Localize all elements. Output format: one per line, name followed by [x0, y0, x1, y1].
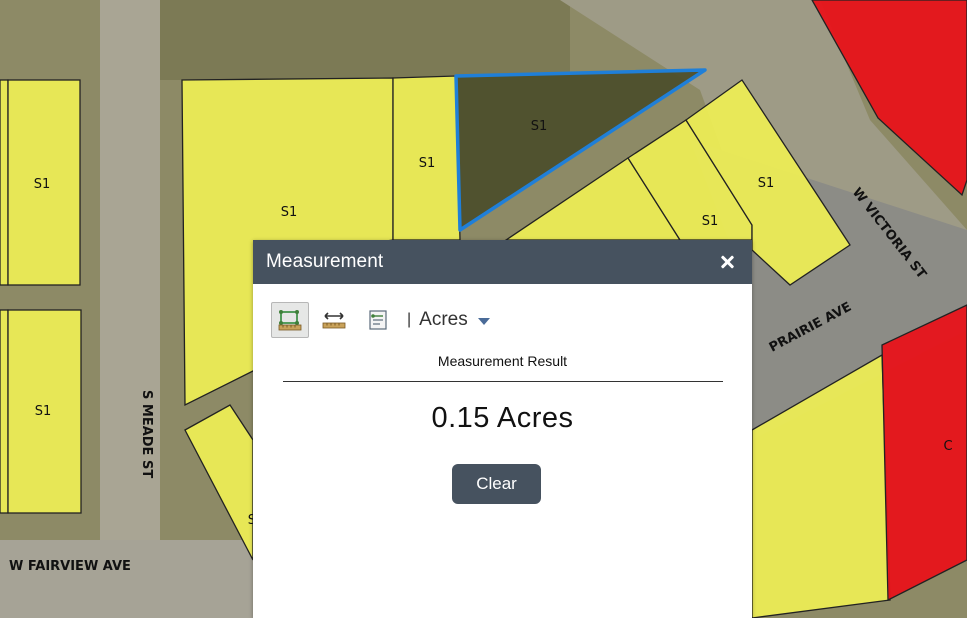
area-tool-button[interactable]: [271, 302, 309, 338]
unit-dropdown-value: Acres: [419, 309, 468, 330]
street-label-fairview: W FAIRVIEW AVE: [9, 559, 131, 574]
area-icon: [278, 310, 302, 331]
distance-tool-button[interactable]: [315, 302, 353, 338]
result-value: 0.15 Acres: [431, 402, 574, 434]
measure-toolbar: | Acres: [271, 302, 490, 338]
measurement-widget: Measurement | Acres Measurement Result 0…: [253, 240, 752, 618]
parcel-label: C: [943, 439, 952, 454]
location-icon: [369, 310, 387, 330]
parcel[interactable]: [0, 79, 9, 286]
distance-icon: [322, 312, 346, 329]
clear-button[interactable]: Clear: [452, 464, 541, 504]
parcel[interactable]: [881, 304, 967, 602]
aerial-road-fairview: [0, 540, 260, 618]
location-tool-button[interactable]: [359, 302, 397, 338]
parcel-label: S1: [419, 156, 436, 171]
toolbar-separator: |: [407, 311, 412, 328]
result-label: Measurement Result: [437, 353, 568, 369]
chevron-down-icon: [477, 317, 490, 325]
parcel-label: S1: [531, 119, 548, 134]
parcel[interactable]: [0, 309, 9, 514]
parcel-label: S1: [281, 205, 298, 220]
unit-dropdown[interactable]: Acres: [419, 309, 490, 331]
parcel-label: S1: [34, 177, 51, 192]
parcel-label: S1: [702, 214, 719, 229]
parcel-label: S1: [758, 176, 775, 191]
aerial-vegetation: [150, 0, 570, 80]
result-divider: [283, 381, 723, 382]
street-label-meade: S MEADE ST: [139, 390, 154, 478]
close-icon[interactable]: [718, 253, 736, 271]
widget-title: Measurement: [266, 251, 384, 272]
widget-header: Measurement: [253, 240, 752, 284]
parcel-label: S1: [35, 404, 52, 419]
aerial-road-vertical: [100, 0, 160, 618]
